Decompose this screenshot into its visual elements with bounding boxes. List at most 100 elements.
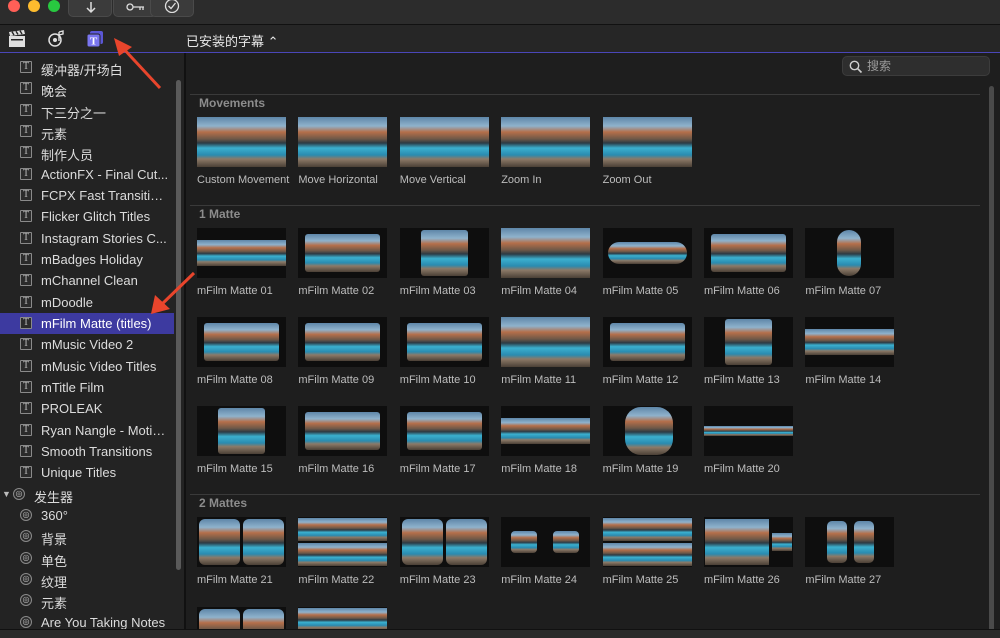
title-tile[interactable]: mFilm Matte 04 <box>501 228 597 297</box>
sidebar-item[interactable]: TmChannel Clean <box>0 270 174 291</box>
title-tile[interactable]: mFilm Matte 22 <box>298 517 394 586</box>
title-tile[interactable]: mFilm Matte 10 <box>399 317 496 386</box>
title-thumbnail[interactable] <box>399 317 489 367</box>
sidebar-item[interactable]: ◎ 背景 <box>0 526 174 547</box>
title-thumbnail[interactable] <box>602 228 692 278</box>
title-tile[interactable]: mFilm Matte 13 <box>704 317 800 386</box>
title-thumbnail[interactable] <box>298 228 388 278</box>
title-tile[interactable]: mFilm Matte 09 <box>298 317 394 386</box>
sidebar-item[interactable]: TmMusic Video 2 <box>0 334 174 355</box>
title-tile[interactable]: mFilm Matte 24 <box>501 517 597 586</box>
title-thumbnail[interactable] <box>298 517 388 567</box>
sidebar-item[interactable]: T Instagram Stories C... <box>0 228 174 249</box>
sidebar-item[interactable]: T 制作人员 <box>0 142 174 163</box>
title-tile[interactable]: Zoom Out <box>602 117 699 186</box>
title-thumbnail[interactable] <box>197 228 286 278</box>
sidebar-item[interactable]: T Ryan Nangle - Motio... <box>0 420 174 441</box>
title-thumbnail[interactable] <box>197 317 286 367</box>
title-tile[interactable]: mFilm Matte 21 <box>197 517 293 586</box>
title-thumbnail[interactable] <box>501 317 591 367</box>
grid-scrollbar[interactable] <box>989 86 994 637</box>
title-thumbnail[interactable] <box>602 517 692 567</box>
title-thumbnail[interactable] <box>501 117 591 167</box>
title-thumbnail[interactable] <box>602 406 692 456</box>
title-thumbnail[interactable] <box>501 228 591 278</box>
title-thumbnail[interactable] <box>602 317 692 367</box>
title-tile[interactable]: Move Vertical <box>399 117 496 186</box>
title-thumbnail[interactable] <box>602 117 692 167</box>
sidebar-item[interactable]: T 晚会 <box>0 78 174 99</box>
title-tile[interactable]: mFilm Matte 15 <box>197 406 293 475</box>
title-tile[interactable]: mFilm Matte 17 <box>399 406 496 475</box>
title-tile[interactable]: mFilm Matte 07 <box>805 228 901 297</box>
title-thumbnail[interactable] <box>704 317 793 367</box>
title-tile[interactable]: mFilm Matte 03 <box>399 228 496 297</box>
title-thumbnail[interactable] <box>197 517 286 567</box>
import-button[interactable] <box>68 0 112 17</box>
title-tile[interactable]: mFilm Matte 06 <box>704 228 800 297</box>
title-thumbnail[interactable] <box>704 406 793 456</box>
sidebar-item[interactable]: T ActionFX - Final Cut... <box>0 164 174 185</box>
sidebar-item[interactable]: TmFilm Matte (titles) <box>0 312 174 334</box>
title-thumbnail[interactable] <box>805 517 895 567</box>
title-tile[interactable]: mFilm Matte 25 <box>602 517 699 586</box>
title-tile[interactable]: mFilm Matte 18 <box>501 406 597 475</box>
title-thumbnail[interactable] <box>298 406 388 456</box>
title-thumbnail[interactable] <box>399 117 489 167</box>
search-input[interactable] <box>867 58 985 74</box>
sidebar-item[interactable]: T FCPX Fast Transition... <box>0 185 174 206</box>
title-thumbnail[interactable] <box>399 228 489 278</box>
title-tile[interactable]: mFilm Matte 20 <box>704 406 800 475</box>
title-thumbnail[interactable] <box>501 517 591 567</box>
title-tile[interactable]: Custom Movement <box>197 117 293 186</box>
sidebar-item[interactable]: T 元素 <box>0 121 174 142</box>
title-tile[interactable]: mFilm Matte 11 <box>501 317 597 386</box>
title-thumbnail[interactable] <box>704 517 793 567</box>
title-thumbnail[interactable] <box>197 406 286 456</box>
clapper-icon[interactable] <box>8 30 26 48</box>
title-tile[interactable]: mFilm Matte 14 <box>805 317 901 386</box>
title-thumbnail[interactable] <box>298 317 388 367</box>
title-thumbnail[interactable] <box>399 406 489 456</box>
title-tile[interactable]: Zoom In <box>501 117 597 186</box>
background-tasks-button[interactable] <box>150 0 194 17</box>
disclosure-triangle-icon[interactable]: ▼ <box>2 489 11 499</box>
title-thumbnail[interactable] <box>805 228 895 278</box>
title-tile[interactable]: mFilm Matte 23 <box>399 517 496 586</box>
title-tile[interactable]: mFilm Matte 27 <box>805 517 901 586</box>
title-thumbnail[interactable] <box>197 117 286 167</box>
sidebar-item[interactable]: T PROLEAK <box>0 398 174 419</box>
sidebar-item[interactable]: TmBadges Holiday <box>0 249 174 270</box>
title-tile[interactable]: Move Horizontal <box>298 117 394 186</box>
sidebar-item[interactable]: T Smooth Transitions <box>0 441 174 462</box>
sidebar-item[interactable]: ◎ 纹理 <box>0 569 174 590</box>
title-tile[interactable]: mFilm Matte 08 <box>197 317 293 386</box>
sidebar-item[interactable]: TmMusic Video Titles <box>0 356 174 377</box>
sidebar-item[interactable]: ◎ 单色 <box>0 548 174 569</box>
title-tile[interactable]: mFilm Matte 01 <box>197 228 293 297</box>
sidebar-item[interactable]: T 缓冲器/开场白 <box>0 57 174 78</box>
minimize-window-button[interactable] <box>28 0 40 12</box>
title-thumbnail[interactable] <box>704 228 793 278</box>
title-thumbnail[interactable] <box>298 117 388 167</box>
sidebar-item[interactable]: TmTitle Film <box>0 377 174 398</box>
title-tile[interactable]: mFilm Matte 19 <box>602 406 699 475</box>
music-photo-icon[interactable] <box>47 30 65 48</box>
title-tile[interactable]: mFilm Matte 02 <box>298 228 394 297</box>
sidebar-item[interactable]: T Unique Titles <box>0 462 174 483</box>
search-field[interactable] <box>842 56 990 76</box>
zoom-window-button[interactable] <box>48 0 60 12</box>
sidebar-item[interactable]: TmDoodle <box>0 292 174 313</box>
title-tile[interactable]: mFilm Matte 05 <box>602 228 699 297</box>
sidebar-item[interactable]: T Flicker Glitch Titles <box>0 206 174 227</box>
title-thumbnail[interactable] <box>501 406 591 456</box>
sidebar-item[interactable]: T 下三分之一 <box>0 100 174 121</box>
close-window-button[interactable] <box>8 0 20 12</box>
sidebar-group-generators[interactable]: ▼ ◎ 发生器 <box>0 484 174 505</box>
sidebar-item[interactable]: ◎ 元素 <box>0 590 174 611</box>
sidebar-item[interactable]: ◎ 360° <box>0 505 174 526</box>
titles-generators-icon[interactable]: T <box>86 30 104 48</box>
title-thumbnail[interactable] <box>805 317 895 367</box>
sidebar-scrollbar[interactable] <box>176 80 181 570</box>
title-tile[interactable]: mFilm Matte 26 <box>704 517 800 586</box>
